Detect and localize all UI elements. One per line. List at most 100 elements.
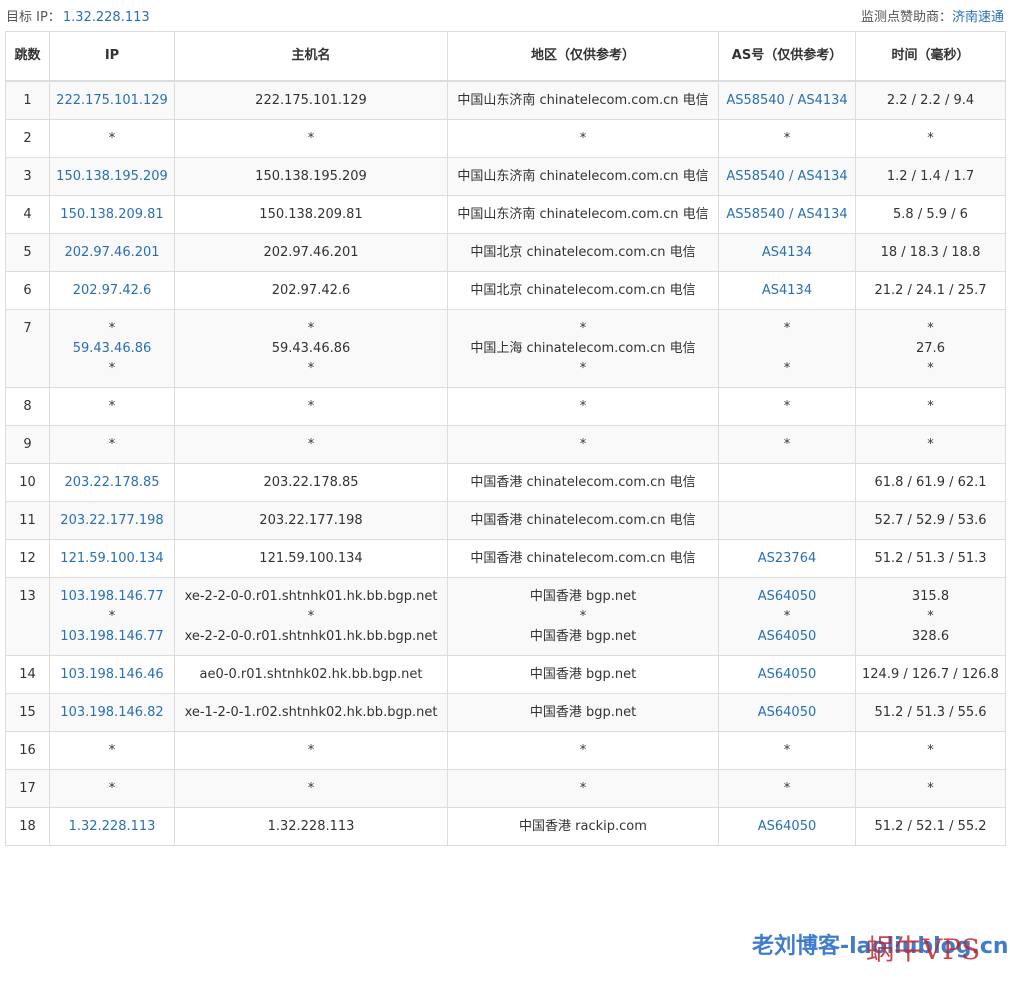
ip-link[interactable]: 202.97.42.6 [56, 281, 168, 301]
column-header-as: AS号（仅供参考） [718, 31, 856, 82]
hostname-text: * [307, 437, 315, 452]
hostname-cell: 202.97.42.6 [174, 271, 448, 310]
hop-number-cell: 10 [5, 463, 50, 502]
region-text: * [579, 321, 587, 336]
hop-number-cell: 8 [5, 387, 50, 426]
table-row: 15 103.198.146.82 xe-1-2-0-1.r02.shtnhk02.… [5, 693, 1006, 732]
time-text: * [927, 131, 934, 146]
ip-cell: 203.22.177.198 [49, 501, 175, 540]
watermark-text: 老刘博客-laoliublog.cn [752, 934, 1009, 959]
table-header-row: 跳数 IP 主机名 地区（仅供参考） AS号（仅供参考） 时间（毫秒） [5, 31, 1006, 82]
region-cell: * [447, 387, 719, 426]
as-text: * [783, 609, 791, 624]
hostname-text: 121.59.100.134 [259, 551, 363, 566]
hostname-text: 150.138.209.81 [259, 207, 363, 222]
ip-link[interactable]: 222.175.101.129 [56, 91, 168, 111]
ip-link[interactable]: 202.97.46.201 [56, 243, 168, 263]
ip-link[interactable]: 103.198.146.46 [56, 665, 168, 685]
ip-link[interactable]: 203.22.178.85 [56, 473, 168, 493]
time-text: 328.6 [911, 629, 950, 644]
time-cell: 51.2 / 52.1 / 55.2 [855, 807, 1006, 846]
time-text: * [927, 609, 934, 624]
region-cell: 中国山东济南 chinatelecom.com.cn 电信 [447, 195, 719, 234]
table-row: 2 * * * * * [5, 119, 1006, 158]
hop-number-cell: 6 [5, 271, 50, 310]
as-link[interactable]: AS58540 / AS4134 [725, 167, 849, 187]
hostname-cell: * [174, 425, 448, 464]
as-link[interactable]: AS64050 [725, 587, 849, 607]
ip-link[interactable]: 103.198.146.77 [56, 587, 168, 607]
table-row: 10 203.22.178.85 203.22.178.85 中国香港 chinate… [5, 463, 1006, 502]
ip-link[interactable]: 150.138.195.209 [56, 167, 168, 187]
hostname-cell: * [174, 119, 448, 158]
target-ip-value[interactable]: 1.32.228.113 [63, 10, 150, 25]
table-row: 13 103.198.146.77 * 103.198.146.77 xe-2-2-0-… [5, 577, 1006, 656]
sponsor-link[interactable]: 济南速通 [952, 10, 1004, 25]
as-cell: AS64050 [718, 655, 856, 694]
as-text: * [783, 321, 791, 336]
time-cell: * [855, 387, 1006, 426]
as-link[interactable]: AS58540 / AS4134 [725, 91, 849, 111]
hop-number-cell: 16 [5, 731, 50, 770]
as-cell: AS58540 / AS4134 [718, 195, 856, 234]
time-text: * [927, 321, 934, 336]
table-row: 3 150.138.195.209 150.138.195.209 中国山东济南 ch… [5, 157, 1006, 196]
ip-cell: * [49, 119, 175, 158]
as-link[interactable]: AS58540 / AS4134 [725, 205, 849, 225]
hostname-text: * [307, 321, 315, 336]
as-text: * [783, 437, 791, 452]
sponsor-label: 监测点赞助商： [860, 10, 952, 25]
hostname-cell: 121.59.100.134 [174, 539, 448, 578]
table-row: 1 222.175.101.129 222.175.101.129 中国山东济南 ch… [5, 80, 1006, 120]
region-text: 中国香港 chinatelecom.com.cn 电信 [470, 551, 696, 566]
as-link[interactable]: AS64050 [725, 817, 849, 837]
time-cell: 61.8 / 61.9 / 62.1 [855, 463, 1006, 502]
table-row: 18 1.32.228.113 1.32.228.113 中国香港 rackip.co… [5, 807, 1006, 846]
hop-number-cell: 17 [5, 769, 50, 808]
ip-cell: * [49, 769, 175, 808]
region-cell: * 中国上海 chinatelecom.com.cn 电信 * [447, 309, 719, 388]
table-row: 8 * * * * * [5, 387, 1006, 426]
as-cell: AS64050 [718, 693, 856, 732]
time-text: 21.2 / 24.1 / 25.7 [874, 283, 987, 298]
ip-text: * [108, 743, 116, 758]
ip-link[interactable]: 150.138.209.81 [56, 205, 168, 225]
hop-number-cell: 3 [5, 157, 50, 196]
ip-link[interactable]: 103.198.146.77 [56, 627, 168, 647]
ip-link[interactable]: 59.43.46.86 [56, 339, 168, 359]
table-row: 11 203.22.177.198 203.22.177.198 中国香港 china… [5, 501, 1006, 540]
hostname-cell: 150.138.195.209 [174, 157, 448, 196]
region-cell: * [447, 425, 719, 464]
hostname-text: * [307, 361, 315, 376]
hostname-cell: xe-2-2-0-0.r01.shtnhk01.hk.bb.bgp.net * xe… [174, 577, 448, 656]
ip-link[interactable]: 1.32.228.113 [56, 817, 168, 837]
time-text: 52.7 / 52.9 / 53.6 [874, 513, 987, 528]
ip-text: * [108, 609, 116, 624]
hostname-text: 150.138.195.209 [255, 169, 367, 184]
hop-number-cell: 12 [5, 539, 50, 578]
as-link[interactable]: AS4134 [725, 243, 849, 263]
target-ip-info: 目标 IP： 1.32.228.113 [6, 6, 150, 25]
ip-cell: 222.175.101.129 [49, 80, 175, 120]
as-link[interactable]: AS64050 [725, 703, 849, 723]
as-link[interactable]: AS64050 [725, 627, 849, 647]
column-header-region: 地区（仅供参考） [447, 31, 719, 82]
hop-number-cell: 5 [5, 233, 50, 272]
ip-link[interactable]: 121.59.100.134 [56, 549, 168, 569]
ip-link[interactable]: 103.198.146.82 [56, 703, 168, 723]
table-row: 14 103.198.146.46 ae0-0.r01.shtnhk02.hk.bb… [5, 655, 1006, 694]
as-link[interactable]: AS4134 [725, 281, 849, 301]
ip-link[interactable]: 203.22.177.198 [56, 511, 168, 531]
time-cell: * 27.6 * [855, 309, 1006, 388]
ip-cell: 203.22.178.85 [49, 463, 175, 502]
as-link[interactable]: AS23764 [725, 549, 849, 569]
time-text: * [927, 781, 934, 796]
hostname-cell: 1.32.228.113 [174, 807, 448, 846]
time-cell: 52.7 / 52.9 / 53.6 [855, 501, 1006, 540]
hostname-cell: 203.22.177.198 [174, 501, 448, 540]
ip-text: * [108, 361, 116, 376]
as-link[interactable]: AS64050 [725, 665, 849, 685]
hop-number-cell: 18 [5, 807, 50, 846]
region-text: * [579, 361, 587, 376]
target-ip-label: 目标 IP： [6, 10, 61, 25]
